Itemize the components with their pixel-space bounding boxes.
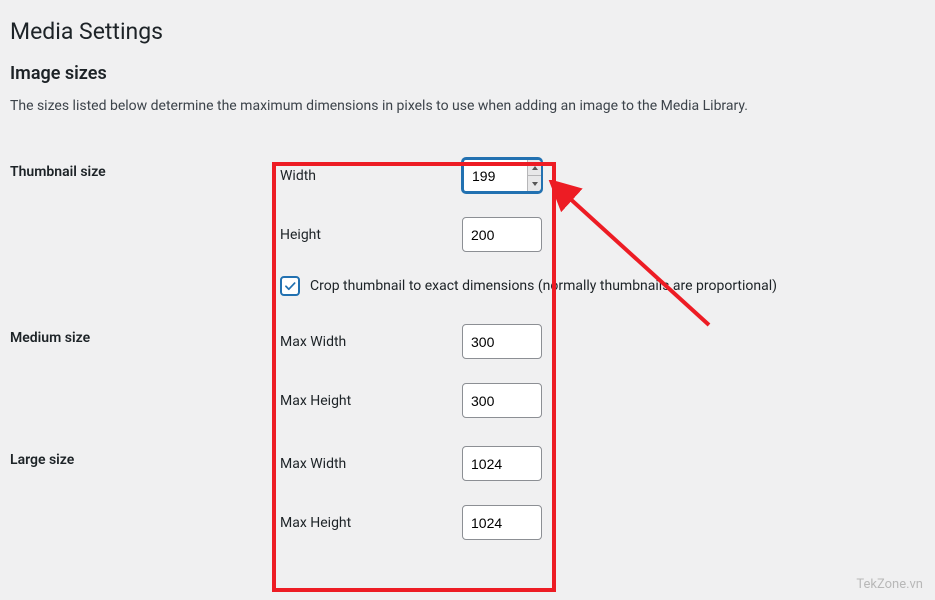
thumbnail-width-label: Width	[280, 168, 462, 184]
section-title: Image sizes	[10, 63, 925, 84]
thumbnail-height-input[interactable]	[462, 217, 542, 252]
spinner-down-icon[interactable]	[527, 176, 541, 191]
thumbnail-heading: Thumbnail size	[10, 144, 270, 310]
thumbnail-crop-checkbox[interactable]	[280, 276, 300, 296]
section-description: The sizes listed below determine the max…	[10, 98, 925, 114]
medium-maxheight-label: Max Height	[280, 393, 462, 409]
medium-maxheight-input[interactable]	[462, 383, 542, 418]
large-heading: Large size	[10, 432, 270, 554]
page-title: Media Settings	[10, 18, 925, 45]
large-maxheight-label: Max Height	[280, 515, 462, 531]
large-maxwidth-label: Max Width	[280, 456, 462, 472]
thumbnail-crop-label: Crop thumbnail to exact dimensions (norm…	[310, 278, 777, 294]
medium-heading: Medium size	[10, 310, 270, 432]
medium-maxwidth-label: Max Width	[280, 334, 462, 350]
watermark: TekZone.vn	[856, 577, 923, 592]
large-maxwidth-input[interactable]	[462, 446, 542, 481]
thumbnail-height-label: Height	[280, 227, 462, 243]
large-maxheight-input[interactable]	[462, 505, 542, 540]
check-icon	[283, 279, 297, 293]
spinner-up-icon[interactable]	[527, 160, 541, 176]
medium-maxwidth-input[interactable]	[462, 324, 542, 359]
